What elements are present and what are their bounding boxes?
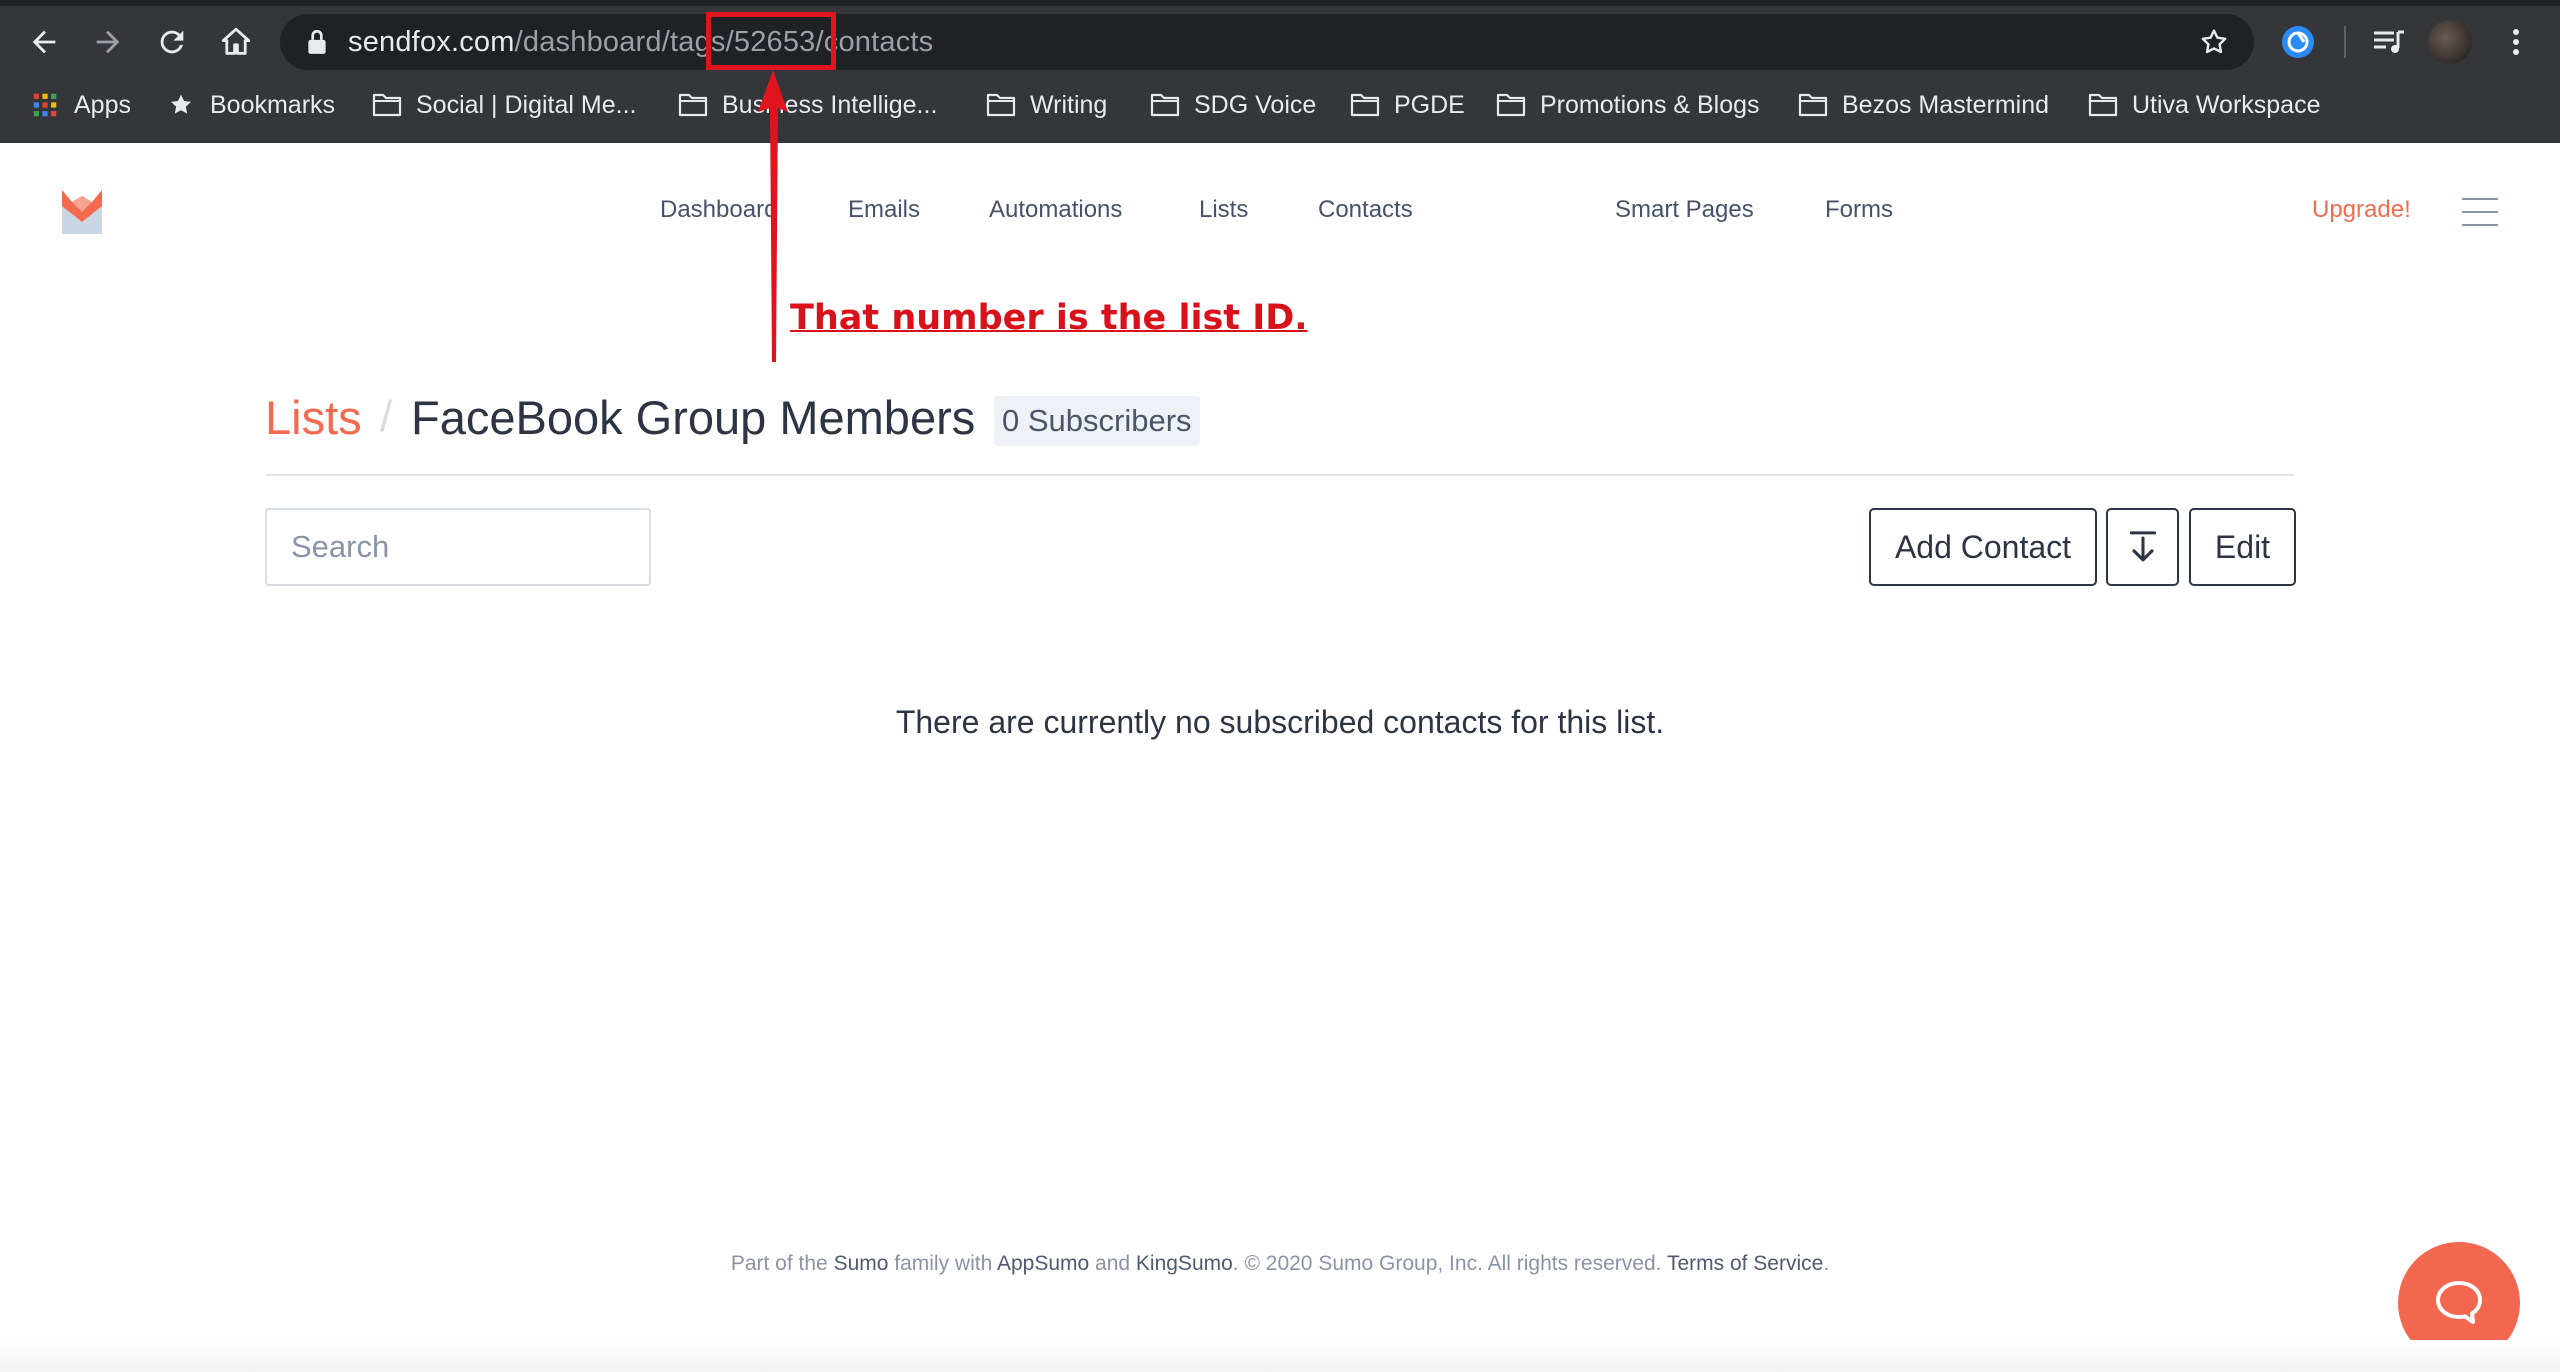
upgrade-link[interactable]: Upgrade! [2312,196,2411,224]
arrow-right-icon [96,30,120,54]
profile-avatar[interactable] [2428,20,2472,64]
extension-icon[interactable] [2278,22,2318,62]
folder-icon [986,93,1016,117]
bookmark-bookmarks[interactable]: Bookmarks [166,84,335,126]
bookmark-label: SDG Voice [1194,90,1317,119]
bookmark-star-icon[interactable] [2198,26,2230,58]
bookmark-label: Utiva Workspace [2132,90,2321,119]
url-host: sendfox.com [348,26,515,58]
reload-icon [160,30,184,54]
nav-contacts[interactable]: Contacts [1318,196,1413,224]
add-contact-button[interactable]: Add Contact [1869,508,2097,586]
download-button[interactable] [2106,508,2179,586]
bookmark-folder[interactable]: SDG Voice [1150,84,1316,126]
bookmark-folder[interactable]: PGDE [1350,84,1465,126]
bookmark-folder[interactable]: Utiva Workspace [2088,84,2321,126]
footer-link-terms[interactable]: Terms of Service [1667,1252,1823,1275]
footer-text: . © 2020 Sumo Group, Inc. All rights res… [1232,1252,1667,1275]
page-title: FaceBook Group Members [411,391,976,444]
annotation-highlight-box [706,12,836,70]
nav-automations[interactable]: Automations [989,196,1122,224]
nav-forms[interactable]: Forms [1825,196,1893,224]
folder-icon [1496,93,1526,117]
empty-state-message: There are currently no subscribed contac… [895,704,1665,740]
edit-button[interactable]: Edit [2189,508,2296,586]
folder-icon [1350,93,1380,117]
media-control-icon[interactable] [2368,22,2408,62]
footer: Part of the Sumo family with AppSumo and… [0,1252,2560,1276]
breadcrumb-lists[interactable]: Lists [265,390,362,445]
home-button[interactable] [212,18,260,66]
footer-text: family with [888,1252,997,1275]
folder-icon [372,93,402,117]
apps-grid-icon [33,93,57,117]
bookmark-folder[interactable]: Social | Digital Me... [372,84,636,126]
folder-icon [2088,93,2118,117]
bookmark-label: Social | Digital Me... [416,90,637,119]
nav-smart-pages[interactable]: Smart Pages [1615,196,1754,224]
bookmark-folder[interactable]: Writing [986,84,1107,126]
bookmark-label: Promotions & Blogs [1540,90,1760,119]
arrow-left-icon [32,30,56,54]
footer-text: and [1089,1252,1136,1275]
bottom-edge [0,1340,2560,1372]
footer-text: . [1823,1252,1830,1275]
bookmarks-bar: Apps Bookmarks Social | Digital Me... Bu… [0,84,2560,126]
header-divider [265,474,2295,476]
nav-lists[interactable]: Lists [1199,196,1248,224]
download-icon [2129,531,2156,562]
hamburger-menu-icon[interactable] [2462,198,2498,226]
bookmark-folder[interactable]: Promotions & Blogs [1496,84,1760,126]
subscribers-badge: 0 Subscribers [994,396,1200,446]
forward-button[interactable] [84,18,132,66]
browser-chrome: sendfox.com/dashboard/tags/52653/contact… [0,0,2560,143]
bookmark-label: PGDE [1394,90,1465,119]
breadcrumb-separator: / [380,392,393,441]
chat-bubble-icon [2436,1281,2482,1324]
folder-icon [1798,93,1828,117]
folder-icon [1150,93,1180,117]
lock-icon [308,29,326,54]
footer-text: Part of the [730,1252,834,1275]
footer-link-kingsumo[interactable]: KingSumo [1136,1252,1233,1275]
bookmark-label: Apps [74,90,131,119]
nav-emails[interactable]: Emails [848,196,920,224]
annotation-text: That number is the list ID. [790,298,1308,338]
reload-button[interactable] [148,18,196,66]
sendfox-logo[interactable] [60,188,104,236]
tab-strip [0,0,2560,6]
bookmark-folder[interactable]: Business Intellige... [678,84,937,126]
bookmark-folder[interactable]: Bezos Mastermind [1798,84,2049,126]
toolbar-divider [2344,26,2346,58]
url-text: sendfox.com/dashboard/tags/52653/contact… [348,26,933,58]
bookmark-apps[interactable]: Apps [30,84,131,126]
star-icon [171,94,191,114]
bookmark-label: Writing [1030,90,1108,119]
search-input[interactable] [265,508,651,586]
folder-icon [678,93,708,117]
back-button[interactable] [20,18,68,66]
bookmark-label: Bezos Mastermind [1842,90,2050,119]
bookmark-label: Bookmarks [210,90,336,119]
address-bar[interactable]: sendfox.com/dashboard/tags/52653/contact… [280,14,2254,70]
footer-link-appsumo[interactable]: AppSumo [997,1252,1089,1275]
home-icon [221,27,251,55]
footer-link-sumo[interactable]: Sumo [834,1252,889,1275]
chrome-menu-icon[interactable] [2496,22,2536,62]
